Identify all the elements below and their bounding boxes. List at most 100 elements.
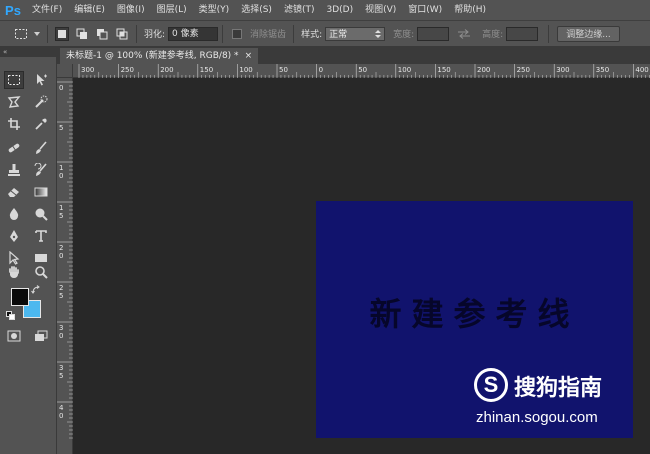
crop-tool-icon[interactable]	[4, 115, 24, 133]
ruler-label: 1	[59, 164, 63, 172]
menu-file[interactable]: 文件(F)	[26, 0, 68, 20]
ruler-label: 100	[398, 66, 411, 74]
clone-stamp-icon[interactable]	[4, 161, 24, 179]
zoom-tool-icon[interactable]	[31, 263, 51, 281]
horizontal-ruler-ticks: 300 250 200 150 100 50 0 50 100 150 200 250 300 350 40…	[78, 64, 650, 78]
menu-image[interactable]: 图像(I)	[111, 0, 151, 20]
ruler-label: 200	[160, 66, 173, 74]
document-tab-bar: 未标题-1 @ 100% (新建参考线, RGB/8) * ×	[57, 47, 650, 64]
ruler-label: 5	[59, 372, 63, 380]
menu-bar: Ps 文件(F) 编辑(E) 图像(I) 图层(L) 类型(Y) 选择(S) 滤…	[0, 0, 650, 20]
toolbox-collapse-bar[interactable]: «	[0, 47, 57, 57]
rectangular-marquee-icon[interactable]	[4, 71, 24, 89]
close-tab-icon[interactable]: ×	[245, 48, 253, 64]
subtract-from-selection-icon[interactable]	[95, 27, 109, 41]
ruler-label: 250	[517, 66, 530, 74]
divider	[222, 24, 224, 43]
vertical-ruler[interactable]: 0510152025303540	[57, 78, 73, 454]
eraser-tool-icon[interactable]	[4, 183, 24, 201]
ruler-label: 50	[279, 66, 288, 74]
gradient-tool-icon[interactable]	[31, 183, 51, 201]
feather-label: 羽化:	[144, 30, 166, 40]
watermark-title: 搜狗指南	[514, 376, 603, 401]
marquee-preset-icon[interactable]	[14, 27, 28, 41]
default-colors-icon[interactable]	[6, 311, 16, 321]
ruler-label: 250	[121, 66, 134, 74]
menu-help[interactable]: 帮助(H)	[448, 0, 492, 20]
divider	[293, 24, 295, 43]
menu-3d[interactable]: 3D(D)	[320, 0, 359, 20]
new-selection-icon[interactable]	[55, 26, 69, 41]
move-tool-icon[interactable]	[31, 71, 51, 89]
horizontal-ruler[interactable]: 300 250 200 150 100 50 0 50 100 150 200 250 300 350 40…	[73, 64, 650, 78]
height-input[interactable]	[506, 26, 539, 41]
ruler-label: 5	[59, 292, 63, 300]
ruler-label: 0	[59, 412, 63, 420]
swap-width-height-icon[interactable]	[457, 27, 471, 41]
antialias-checkbox[interactable]	[230, 27, 244, 41]
ruler-label: 400	[635, 66, 648, 74]
ruler-label: 2	[59, 244, 63, 252]
lasso-tool-icon[interactable]	[4, 93, 24, 111]
document-tab-title: 未标题-1 @ 100% (新建参考线, RGB/8) *	[66, 51, 239, 61]
ruler-label: 5	[59, 124, 63, 132]
quick-mask-icon[interactable]	[4, 327, 24, 345]
refine-edge-button[interactable]: 调整边缘...	[557, 25, 620, 42]
ruler-label: 3	[59, 324, 63, 332]
menu-layer[interactable]: 图层(L)	[151, 0, 193, 20]
toolbox	[0, 57, 57, 454]
app-logo[interactable]: Ps	[0, 0, 26, 20]
ruler-label: 350	[596, 66, 609, 74]
menu-window[interactable]: 窗口(W)	[402, 0, 448, 20]
ruler-label: 5	[59, 212, 63, 220]
ruler-label: 4	[59, 404, 64, 412]
ruler-label: 2	[59, 284, 63, 292]
style-label: 样式:	[301, 30, 323, 40]
intersect-selection-icon[interactable]	[115, 27, 129, 41]
swap-colors-icon[interactable]	[30, 285, 42, 295]
menu-type[interactable]: 类型(Y)	[193, 0, 236, 20]
sogou-logo-icon: S	[474, 368, 508, 402]
menu-edit[interactable]: 编辑(E)	[68, 0, 111, 20]
blur-tool-icon[interactable]	[4, 205, 24, 223]
history-brush-icon[interactable]	[31, 161, 51, 179]
document-tab[interactable]: 未标题-1 @ 100% (新建参考线, RGB/8) * ×	[60, 48, 259, 64]
eyedropper-icon[interactable]	[31, 115, 51, 133]
divider	[548, 24, 550, 43]
style-select[interactable]: 正常	[325, 26, 386, 41]
ruler-origin[interactable]	[57, 64, 73, 78]
ruler-label: 0	[319, 66, 323, 74]
foreground-color-swatch[interactable]	[11, 288, 29, 306]
screen-mode-icon[interactable]	[31, 327, 51, 345]
ruler-label: 200	[477, 66, 490, 74]
antialias-label: 消除锯齿	[250, 30, 287, 40]
ruler-label: 3	[59, 364, 63, 372]
divider	[136, 24, 137, 43]
ruler-label: 150	[200, 66, 213, 74]
menu-view[interactable]: 视图(V)	[359, 0, 402, 20]
add-to-selection-icon[interactable]	[75, 27, 89, 41]
ruler-label: 300	[556, 66, 569, 74]
healing-brush-icon[interactable]	[4, 139, 24, 157]
width-label: 宽度:	[393, 30, 415, 40]
feather-input[interactable]: 0 像素	[168, 26, 219, 41]
type-tool-icon[interactable]	[31, 227, 51, 245]
width-input[interactable]	[417, 26, 450, 41]
ruler-label: 150	[437, 66, 450, 74]
select-arrows-icon	[375, 29, 382, 38]
height-label: 高度:	[482, 30, 504, 40]
dodge-tool-icon[interactable]	[31, 205, 51, 223]
menu-select[interactable]: 选择(S)	[235, 0, 278, 20]
preset-dropdown-arrow-icon[interactable]	[34, 27, 40, 41]
menu-filter[interactable]: 滤镜(T)	[278, 0, 321, 20]
divider	[47, 24, 48, 43]
vertical-ruler-ticks: 0510152025303540	[57, 81, 73, 439]
quick-selection-icon[interactable]	[31, 93, 51, 111]
brush-tool-icon[interactable]	[31, 139, 51, 157]
ruler-label: 100	[239, 66, 252, 74]
style-select-value: 正常	[329, 30, 348, 40]
pen-tool-icon[interactable]	[4, 227, 24, 245]
hand-tool-icon[interactable]	[4, 263, 24, 281]
ruler-label: 0	[59, 332, 63, 340]
ruler-label: 1	[59, 204, 63, 212]
